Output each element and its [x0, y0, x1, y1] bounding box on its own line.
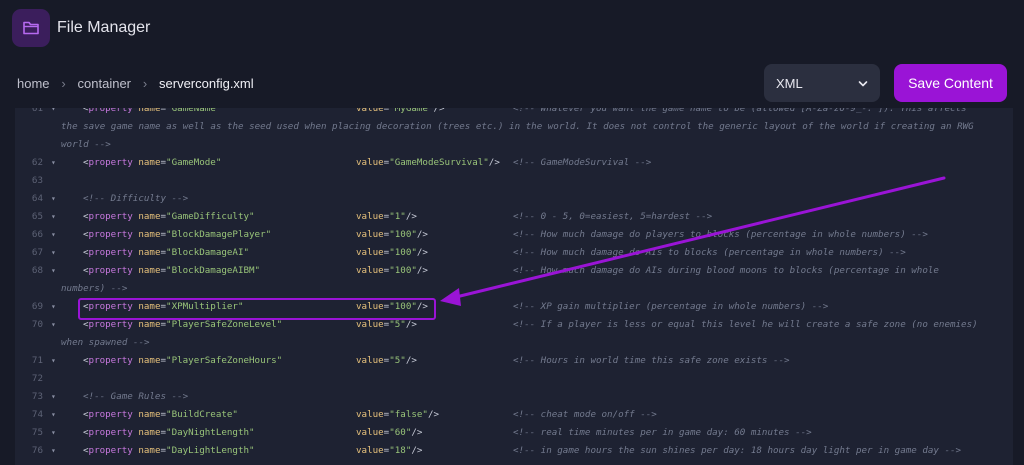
annotation-arrow — [440, 176, 946, 306]
